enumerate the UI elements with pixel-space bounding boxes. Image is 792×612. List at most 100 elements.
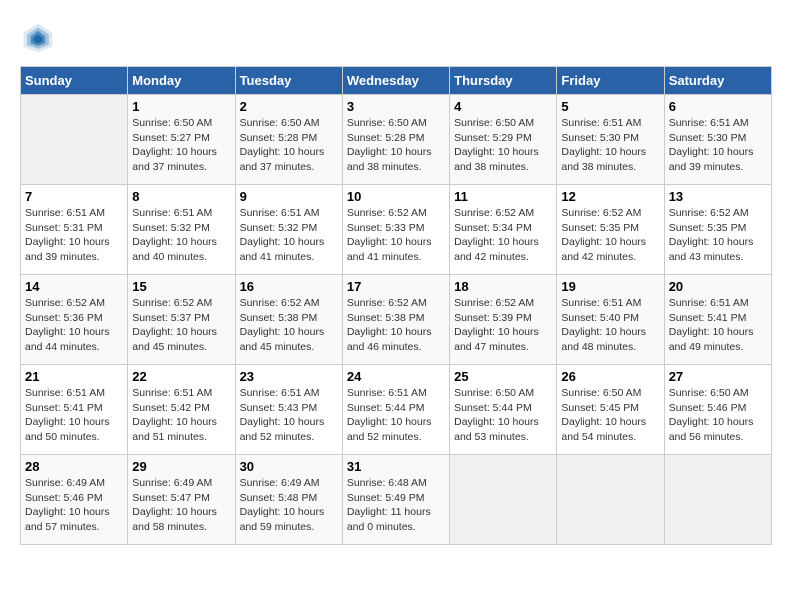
day-number: 29 (132, 459, 230, 474)
day-info: Sunrise: 6:49 AM Sunset: 5:47 PM Dayligh… (132, 476, 230, 535)
day-number: 15 (132, 279, 230, 294)
day-info: Sunrise: 6:49 AM Sunset: 5:48 PM Dayligh… (240, 476, 338, 535)
day-number: 10 (347, 189, 445, 204)
day-info: Sunrise: 6:51 AM Sunset: 5:43 PM Dayligh… (240, 386, 338, 445)
day-info: Sunrise: 6:50 AM Sunset: 5:29 PM Dayligh… (454, 116, 552, 175)
calendar-cell: 20Sunrise: 6:51 AM Sunset: 5:41 PM Dayli… (664, 275, 771, 365)
day-info: Sunrise: 6:52 AM Sunset: 5:38 PM Dayligh… (240, 296, 338, 355)
calendar-cell: 12 Sunrise: 6:52 AM Sunset: 5:35 PM Dayli… (557, 185, 664, 275)
day-number: 12 (561, 189, 659, 204)
logo-icon (20, 20, 56, 56)
day-number: 22 (132, 369, 230, 384)
day-info: Sunrise: 6:51 AM Sunset: 5:32 PM Dayligh… (240, 206, 338, 265)
calendar-cell: 7Sunrise: 6:51 AM Sunset: 5:31 PM Daylig… (21, 185, 128, 275)
day-info: Sunrise: 6:50 AM Sunset: 5:45 PM Dayligh… (561, 386, 659, 445)
day-of-week-header: Wednesday (342, 67, 449, 95)
calendar-cell: 8 Sunrise: 6:51 AM Sunset: 5:32 PM Daylig… (128, 185, 235, 275)
day-number: 20 (669, 279, 767, 294)
day-info: Sunrise: 6:50 AM Sunset: 5:28 PM Dayligh… (240, 116, 338, 175)
day-info: Sunrise: 6:48 AM Sunset: 5:49 PM Dayligh… (347, 476, 445, 535)
calendar-cell: 25 Sunrise: 6:50 AM Sunset: 5:44 PM Dayli… (450, 365, 557, 455)
day-number: 1 (132, 99, 230, 114)
day-number: 2 (240, 99, 338, 114)
calendar-cell: 30Sunrise: 6:49 AM Sunset: 5:48 PM Dayli… (235, 455, 342, 545)
day-number: 3 (347, 99, 445, 114)
day-info: Sunrise: 6:50 AM Sunset: 5:27 PM Dayligh… (132, 116, 230, 175)
calendar-cell: 14Sunrise: 6:52 AM Sunset: 5:36 PM Dayli… (21, 275, 128, 365)
calendar-cell: 29 Sunrise: 6:49 AM Sunset: 5:47 PM Dayli… (128, 455, 235, 545)
day-number: 25 (454, 369, 552, 384)
header-row: SundayMondayTuesdayWednesdayThursdayFrid… (21, 67, 772, 95)
calendar-week-row: 21 Sunrise: 6:51 AM Sunset: 5:41 PM Dayli… (21, 365, 772, 455)
calendar-cell: 2 Sunrise: 6:50 AM Sunset: 5:28 PM Daylig… (235, 95, 342, 185)
calendar-cell: 10 Sunrise: 6:52 AM Sunset: 5:33 PM Dayli… (342, 185, 449, 275)
day-info: Sunrise: 6:51 AM Sunset: 5:44 PM Dayligh… (347, 386, 445, 445)
day-info: Sunrise: 6:50 AM Sunset: 5:44 PM Dayligh… (454, 386, 552, 445)
day-number: 6 (669, 99, 767, 114)
calendar-cell: 6 Sunrise: 6:51 AM Sunset: 5:30 PM Daylig… (664, 95, 771, 185)
calendar-cell: 3 Sunrise: 6:50 AM Sunset: 5:28 PM Daylig… (342, 95, 449, 185)
day-number: 5 (561, 99, 659, 114)
calendar-cell: 5 Sunrise: 6:51 AM Sunset: 5:30 PM Daylig… (557, 95, 664, 185)
logo (20, 20, 60, 56)
day-number: 21 (25, 369, 123, 384)
day-of-week-header: Thursday (450, 67, 557, 95)
calendar-cell: 23 Sunrise: 6:51 AM Sunset: 5:43 PM Dayli… (235, 365, 342, 455)
calendar-cell: 27 Sunrise: 6:50 AM Sunset: 5:46 PM Dayli… (664, 365, 771, 455)
day-number: 4 (454, 99, 552, 114)
day-info: Sunrise: 6:51 AM Sunset: 5:41 PM Dayligh… (25, 386, 123, 445)
calendar-cell: 15 Sunrise: 6:52 AM Sunset: 5:37 PM Dayli… (128, 275, 235, 365)
day-number: 17 (347, 279, 445, 294)
day-info: Sunrise: 6:52 AM Sunset: 5:34 PM Dayligh… (454, 206, 552, 265)
day-number: 8 (132, 189, 230, 204)
day-number: 7 (25, 189, 123, 204)
day-info: Sunrise: 6:52 AM Sunset: 5:37 PM Dayligh… (132, 296, 230, 355)
calendar-cell: 26Sunrise: 6:50 AM Sunset: 5:45 PM Dayli… (557, 365, 664, 455)
calendar-table: SundayMondayTuesdayWednesdayThursdayFrid… (20, 66, 772, 545)
day-info: Sunrise: 6:52 AM Sunset: 5:33 PM Dayligh… (347, 206, 445, 265)
day-info: Sunrise: 6:52 AM Sunset: 5:36 PM Dayligh… (25, 296, 123, 355)
calendar-week-row: 1 Sunrise: 6:50 AM Sunset: 5:27 PM Daylig… (21, 95, 772, 185)
day-info: Sunrise: 6:51 AM Sunset: 5:42 PM Dayligh… (132, 386, 230, 445)
day-info: Sunrise: 6:52 AM Sunset: 5:35 PM Dayligh… (669, 206, 767, 265)
calendar-cell (21, 95, 128, 185)
day-number: 9 (240, 189, 338, 204)
day-info: Sunrise: 6:50 AM Sunset: 5:28 PM Dayligh… (347, 116, 445, 175)
day-number: 31 (347, 459, 445, 474)
day-info: Sunrise: 6:51 AM Sunset: 5:30 PM Dayligh… (561, 116, 659, 175)
day-info: Sunrise: 6:49 AM Sunset: 5:46 PM Dayligh… (25, 476, 123, 535)
day-of-week-header: Sunday (21, 67, 128, 95)
day-info: Sunrise: 6:52 AM Sunset: 5:39 PM Dayligh… (454, 296, 552, 355)
calendar-cell: 21 Sunrise: 6:51 AM Sunset: 5:41 PM Dayli… (21, 365, 128, 455)
day-info: Sunrise: 6:52 AM Sunset: 5:35 PM Dayligh… (561, 206, 659, 265)
day-number: 16 (240, 279, 338, 294)
day-info: Sunrise: 6:51 AM Sunset: 5:32 PM Dayligh… (132, 206, 230, 265)
calendar-cell: 9 Sunrise: 6:51 AM Sunset: 5:32 PM Daylig… (235, 185, 342, 275)
calendar-cell (664, 455, 771, 545)
calendar-cell: 16 Sunrise: 6:52 AM Sunset: 5:38 PM Dayli… (235, 275, 342, 365)
calendar-cell: 24Sunrise: 6:51 AM Sunset: 5:44 PM Dayli… (342, 365, 449, 455)
calendar-week-row: 28Sunrise: 6:49 AM Sunset: 5:46 PM Dayli… (21, 455, 772, 545)
calendar-cell: 13 Sunrise: 6:52 AM Sunset: 5:35 PM Dayli… (664, 185, 771, 275)
day-of-week-header: Monday (128, 67, 235, 95)
calendar-cell: 28Sunrise: 6:49 AM Sunset: 5:46 PM Dayli… (21, 455, 128, 545)
day-number: 19 (561, 279, 659, 294)
calendar-cell: 4 Sunrise: 6:50 AM Sunset: 5:29 PM Daylig… (450, 95, 557, 185)
day-number: 11 (454, 189, 552, 204)
day-number: 27 (669, 369, 767, 384)
day-info: Sunrise: 6:50 AM Sunset: 5:46 PM Dayligh… (669, 386, 767, 445)
calendar-cell: 19Sunrise: 6:51 AM Sunset: 5:40 PM Dayli… (557, 275, 664, 365)
day-number: 13 (669, 189, 767, 204)
day-of-week-header: Saturday (664, 67, 771, 95)
calendar-cell: 17 Sunrise: 6:52 AM Sunset: 5:38 PM Dayli… (342, 275, 449, 365)
day-info: Sunrise: 6:52 AM Sunset: 5:38 PM Dayligh… (347, 296, 445, 355)
day-info: Sunrise: 6:51 AM Sunset: 5:30 PM Dayligh… (669, 116, 767, 175)
calendar-cell: 1 Sunrise: 6:50 AM Sunset: 5:27 PM Daylig… (128, 95, 235, 185)
day-of-week-header: Tuesday (235, 67, 342, 95)
calendar-cell: 11 Sunrise: 6:52 AM Sunset: 5:34 PM Dayli… (450, 185, 557, 275)
page-header (20, 20, 772, 56)
calendar-week-row: 14Sunrise: 6:52 AM Sunset: 5:36 PM Dayli… (21, 275, 772, 365)
calendar-cell: 31 Sunrise: 6:48 AM Sunset: 5:49 PM Dayli… (342, 455, 449, 545)
calendar-cell: 18Sunrise: 6:52 AM Sunset: 5:39 PM Dayli… (450, 275, 557, 365)
day-number: 23 (240, 369, 338, 384)
